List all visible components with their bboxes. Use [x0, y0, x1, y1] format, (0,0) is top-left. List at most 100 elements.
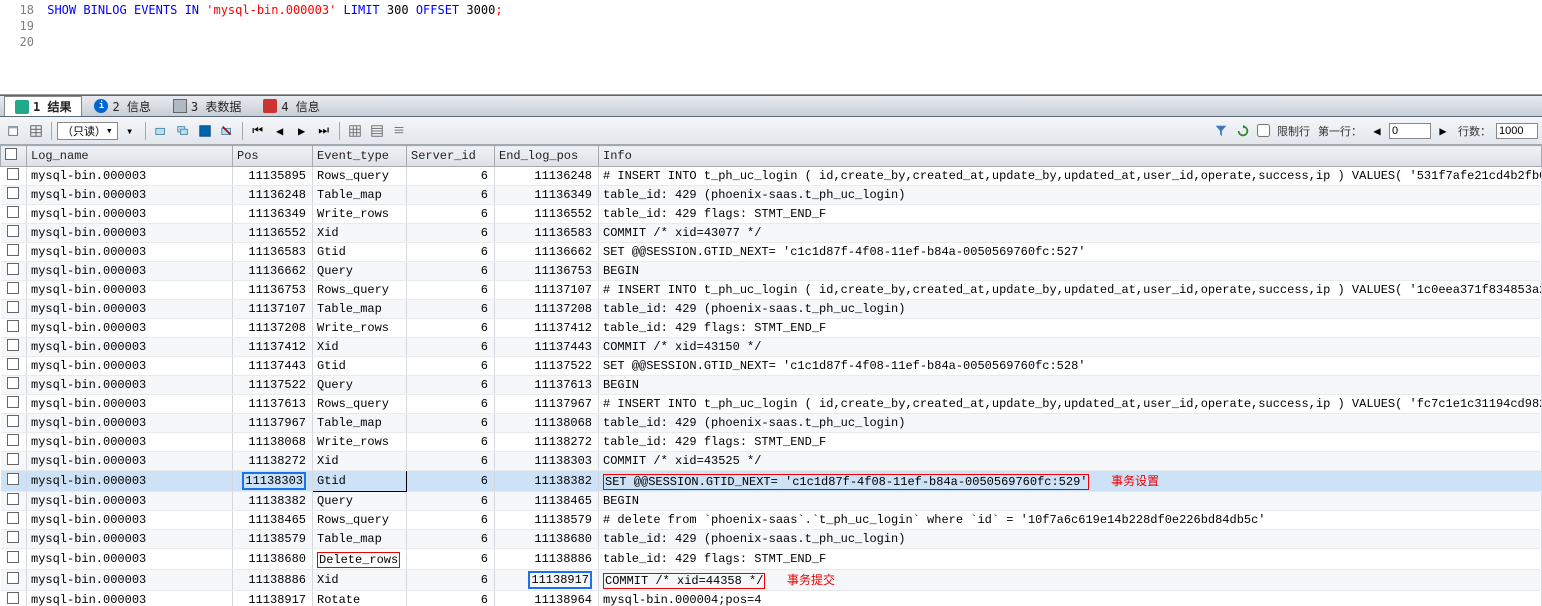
column-header-check[interactable] [1, 146, 27, 167]
cell-info[interactable]: BEGIN [599, 376, 1542, 395]
cell-log-name[interactable]: mysql-bin.000003 [27, 570, 233, 591]
cell-event-type[interactable]: Rows_query [313, 167, 407, 186]
cell-end-log-pos[interactable]: 11138886 [495, 549, 599, 570]
cell-info[interactable]: SET @@SESSION.GTID_NEXT= 'c1c1d87f-4f08-… [599, 471, 1542, 492]
table-row[interactable]: mysql-bin.00000311136248Table_map6111363… [1, 186, 1542, 205]
limit-rows-checkbox[interactable] [1257, 124, 1270, 137]
column-header-pos[interactable]: Pos [233, 146, 313, 167]
row-checkbox[interactable] [1, 205, 27, 224]
cell-log-name[interactable]: mysql-bin.000003 [27, 549, 233, 570]
cell-end-log-pos[interactable]: 11136349 [495, 186, 599, 205]
row-checkbox[interactable] [1, 338, 27, 357]
table-row[interactable]: mysql-bin.00000311136662Query611136753BE… [1, 262, 1542, 281]
cell-server-id[interactable]: 6 [407, 414, 495, 433]
cell-server-id[interactable]: 6 [407, 433, 495, 452]
row-checkbox[interactable] [1, 433, 27, 452]
table-row[interactable]: mysql-bin.00000311136349Write_rows611136… [1, 205, 1542, 224]
cell-pos[interactable]: 11137522 [233, 376, 313, 395]
cell-server-id[interactable]: 6 [407, 357, 495, 376]
cell-server-id[interactable]: 6 [407, 338, 495, 357]
cell-pos[interactable]: 11136349 [233, 205, 313, 224]
cell-pos[interactable]: 11138680 [233, 549, 313, 570]
cell-server-id[interactable]: 6 [407, 570, 495, 591]
cell-event-type[interactable]: Table_map [313, 414, 407, 433]
cell-event-type[interactable]: Table_map [313, 530, 407, 549]
cell-end-log-pos[interactable]: 11137613 [495, 376, 599, 395]
cell-end-log-pos[interactable]: 11137412 [495, 319, 599, 338]
cell-event-type[interactable]: Table_map [313, 186, 407, 205]
tab-info-4[interactable]: 4 信息 [253, 96, 329, 116]
cell-pos[interactable]: 11138382 [233, 492, 313, 511]
cell-log-name[interactable]: mysql-bin.000003 [27, 433, 233, 452]
cell-pos[interactable]: 11137613 [233, 395, 313, 414]
cell-server-id[interactable]: 6 [407, 262, 495, 281]
row-checkbox[interactable] [1, 186, 27, 205]
cell-log-name[interactable]: mysql-bin.000003 [27, 243, 233, 262]
result-grid-wrapper[interactable]: Log_name Pos Event_type Server_id End_lo… [0, 145, 1542, 606]
cell-pos[interactable]: 11137967 [233, 414, 313, 433]
cell-event-type[interactable]: Query [313, 262, 407, 281]
cell-event-type[interactable]: Xid [313, 570, 407, 591]
cell-info[interactable]: BEGIN [599, 492, 1542, 511]
view-grid-button[interactable] [345, 121, 365, 141]
row-checkbox[interactable] [1, 570, 27, 591]
table-row[interactable]: mysql-bin.00000311138465Rows_query611138… [1, 511, 1542, 530]
cell-log-name[interactable]: mysql-bin.000003 [27, 452, 233, 471]
cell-end-log-pos[interactable]: 11136583 [495, 224, 599, 243]
cell-info[interactable]: table_id: 429 (phoenix-saas.t_ph_uc_logi… [599, 414, 1542, 433]
cell-info[interactable]: table_id: 429 flags: STMT_END_F [599, 433, 1542, 452]
export-button[interactable] [4, 121, 24, 141]
cell-server-id[interactable]: 6 [407, 186, 495, 205]
cell-event-type[interactable]: Table_map [313, 300, 407, 319]
cell-pos[interactable]: 11138272 [233, 452, 313, 471]
table-row[interactable]: mysql-bin.00000311136552Xid611136583COMM… [1, 224, 1542, 243]
cell-info[interactable]: table_id: 429 (phoenix-saas.t_ph_uc_logi… [599, 186, 1542, 205]
cell-info[interactable]: # INSERT INTO t_ph_uc_login ( id,create_… [599, 281, 1542, 300]
cell-log-name[interactable]: mysql-bin.000003 [27, 186, 233, 205]
cell-server-id[interactable]: 6 [407, 243, 495, 262]
cell-info[interactable]: BEGIN [599, 262, 1542, 281]
cell-server-id[interactable]: 6 [407, 376, 495, 395]
cell-server-id[interactable]: 6 [407, 205, 495, 224]
cell-pos[interactable]: 11136583 [233, 243, 313, 262]
row-checkbox[interactable] [1, 452, 27, 471]
sql-code[interactable]: SHOW BINLOG EVENTS IN 'mysql-bin.000003'… [47, 0, 502, 18]
prev-page-button[interactable]: ◀ [270, 121, 290, 141]
cell-end-log-pos[interactable]: 11137522 [495, 357, 599, 376]
cell-info[interactable]: # INSERT INTO t_ph_uc_login ( id,create_… [599, 167, 1542, 186]
cell-info[interactable]: COMMIT /* xid=43077 */ [599, 224, 1542, 243]
cell-end-log-pos[interactable]: 11138068 [495, 414, 599, 433]
table-row[interactable]: mysql-bin.00000311136753Rows_query611137… [1, 281, 1542, 300]
cell-event-type[interactable]: Xid [313, 338, 407, 357]
table-row[interactable]: mysql-bin.00000311138068Write_rows611138… [1, 433, 1542, 452]
cell-pos[interactable]: 11138579 [233, 530, 313, 549]
table-row[interactable]: mysql-bin.00000311137443Gtid611137522SET… [1, 357, 1542, 376]
cell-log-name[interactable]: mysql-bin.000003 [27, 300, 233, 319]
cell-event-type[interactable]: Gtid [313, 243, 407, 262]
row-checkbox[interactable] [1, 414, 27, 433]
cell-event-type[interactable]: Gtid [313, 357, 407, 376]
cell-pos[interactable]: 11136552 [233, 224, 313, 243]
cell-info[interactable]: # delete from `phoenix-saas`.`t_ph_uc_lo… [599, 511, 1542, 530]
row-checkbox[interactable] [1, 357, 27, 376]
cell-pos[interactable]: 11138886 [233, 570, 313, 591]
row-checkbox[interactable] [1, 511, 27, 530]
table-row[interactable]: mysql-bin.00000311137522Query611137613BE… [1, 376, 1542, 395]
cell-log-name[interactable]: mysql-bin.000003 [27, 167, 233, 186]
cell-info[interactable]: COMMIT /* xid=43525 */ [599, 452, 1542, 471]
save-row-button[interactable] [195, 121, 215, 141]
first-row-next-button[interactable]: ▶ [1433, 121, 1453, 141]
cell-info[interactable]: COMMIT /* xid=43150 */ [599, 338, 1542, 357]
table-row[interactable]: mysql-bin.00000311138382Query611138465BE… [1, 492, 1542, 511]
table-row[interactable]: mysql-bin.00000311137412Xid611137443COMM… [1, 338, 1542, 357]
first-page-button[interactable]: ⏮ [248, 121, 268, 141]
table-row[interactable]: mysql-bin.00000311138579Table_map6111386… [1, 530, 1542, 549]
cell-end-log-pos[interactable]: 11136662 [495, 243, 599, 262]
row-checkbox[interactable] [1, 300, 27, 319]
cell-event-type[interactable]: Xid [313, 452, 407, 471]
cell-end-log-pos[interactable]: 11137443 [495, 338, 599, 357]
row-checkbox[interactable] [1, 281, 27, 300]
cell-server-id[interactable]: 6 [407, 492, 495, 511]
cell-info[interactable]: SET @@SESSION.GTID_NEXT= 'c1c1d87f-4f08-… [599, 357, 1542, 376]
cell-log-name[interactable]: mysql-bin.000003 [27, 591, 233, 606]
